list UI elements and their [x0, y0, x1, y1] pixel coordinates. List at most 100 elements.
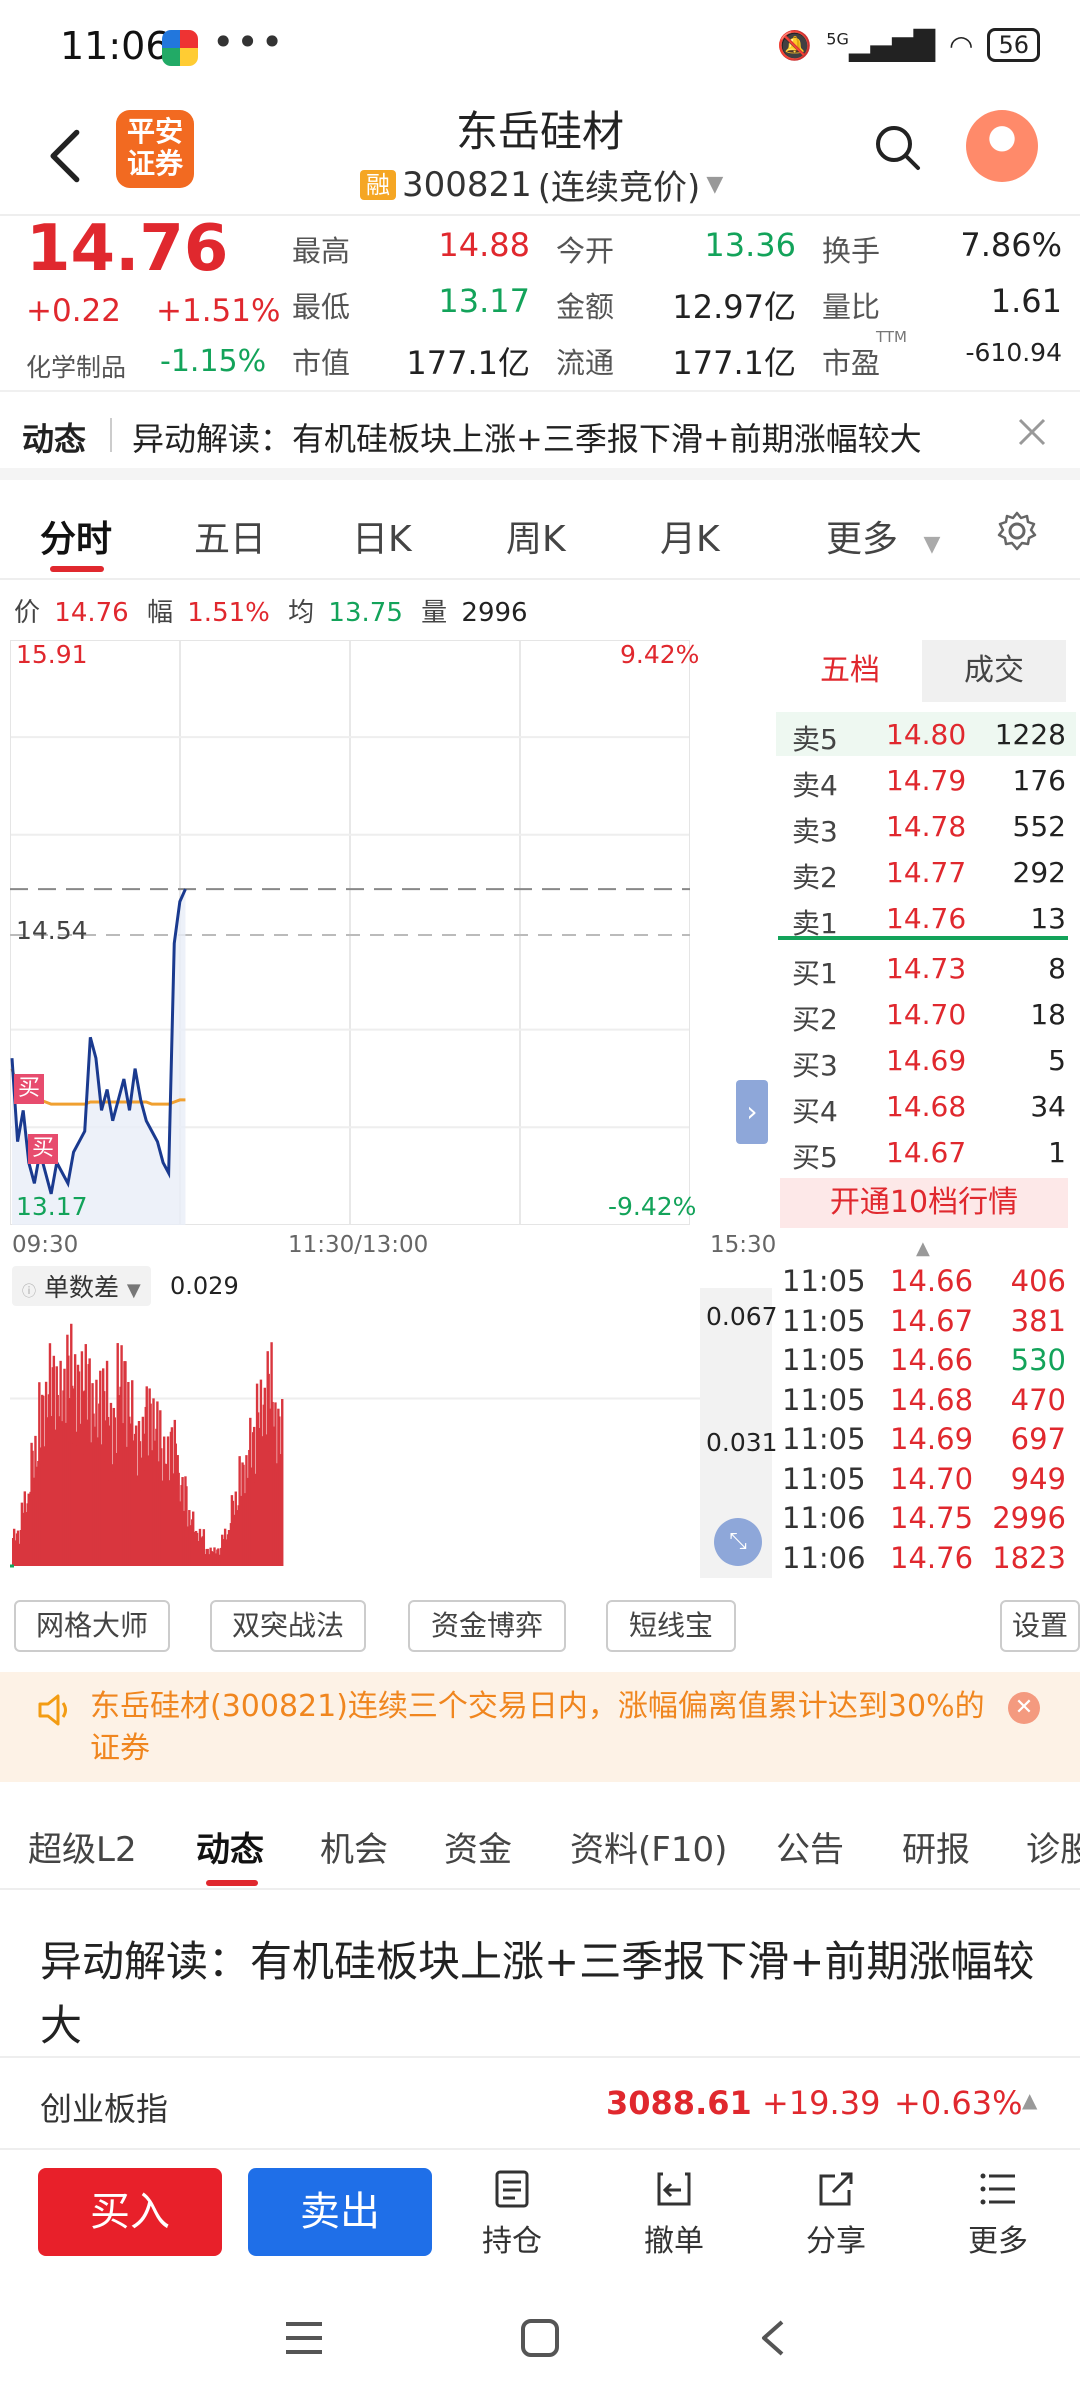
holdings-icon [495, 2170, 529, 2208]
tab-intraday[interactable]: 分时 [40, 510, 112, 562]
tab-deals[interactable]: 成交 [922, 640, 1066, 702]
tab-research[interactable]: 研报 [902, 1822, 970, 1871]
bid-row[interactable]: 买1 14.73 8 [776, 946, 1076, 990]
tab-monthly-k[interactable]: 月K [660, 510, 720, 562]
tool-short-term[interactable]: 短线宝 [606, 1600, 736, 1652]
tool-grid-master[interactable]: 网格大师 [14, 1600, 170, 1652]
ask-row[interactable]: 卖1 14.76 13 [776, 896, 1076, 940]
back-nav-icon[interactable] [758, 2318, 788, 2358]
stat-label: 最低 [292, 290, 351, 324]
info-tabs: 超级L2 动态 机会 资金 资料(F10) 公告 研报 诊股 [0, 1800, 1080, 1890]
current-price: 14.76 [26, 212, 229, 286]
chart-top-price: 15.91 [16, 640, 88, 669]
wifi-icon: ◠ [949, 28, 974, 62]
more-notifications-icon: ••• [212, 20, 286, 64]
chevron-down-icon: ▼ [126, 1280, 141, 1301]
order-label: 卖3 [792, 815, 838, 848]
order-label: 买5 [792, 1141, 838, 1174]
tab-daily-k[interactable]: 日K [352, 510, 412, 562]
tick-volume: 470 [1010, 1382, 1066, 1417]
tool-settings[interactable]: 设置 [1000, 1600, 1080, 1652]
indicator-bar-chart[interactable] [10, 1304, 700, 1574]
ask-row[interactable]: 卖4 14.79 176 [776, 758, 1076, 802]
time-end: 15:30 [710, 1232, 777, 1258]
tab-opportunity[interactable]: 机会 [320, 1822, 388, 1871]
bid-row[interactable]: 买5 14.67 1 [776, 1130, 1076, 1174]
sell-button[interactable]: 卖出 [248, 2168, 432, 2256]
share-button[interactable]: 分享 [786, 2168, 886, 2260]
home-nav-icon[interactable] [520, 2318, 560, 2358]
tick-time: 11:05 [782, 1461, 866, 1496]
system-nav-bar [0, 2280, 1080, 2400]
close-icon[interactable] [1016, 416, 1048, 448]
order-book-divider [778, 936, 1068, 940]
tab-dynamics[interactable]: 动态 [196, 1822, 264, 1871]
buy-marker[interactable]: 买 [28, 1134, 58, 1164]
ask-row[interactable]: 卖5 14.80 1228 [776, 712, 1076, 756]
order-label: 卖5 [792, 723, 838, 756]
chevron-down-icon: ▼ [923, 532, 941, 557]
search-icon[interactable] [872, 122, 922, 172]
tool-double-break[interactable]: 双突战法 [210, 1600, 366, 1652]
buy-button[interactable]: 买入 [38, 2168, 222, 2256]
tick-price: 14.66 [890, 1264, 974, 1298]
tab-super-l2[interactable]: 超级L2 [28, 1822, 137, 1871]
mute-icon: 🔕 [777, 28, 813, 62]
close-icon[interactable]: ✕ [1008, 1692, 1040, 1724]
alert-banner[interactable]: 东岳硅材(300821)连续三个交易日内，涨幅偏离值累计达到30%的证券 ✕ [0, 1672, 1080, 1782]
cancel-order-button[interactable]: 撤单 [624, 2168, 724, 2260]
stat-superscript: TTM [876, 328, 908, 346]
bid-row[interactable]: 买2 14.70 18 [776, 992, 1076, 1036]
speaker-icon [38, 1694, 67, 1726]
info-vol: 2996 [461, 598, 528, 628]
order-vol: 552 [1012, 810, 1066, 843]
tab-f10[interactable]: 资料(F10) [570, 1822, 727, 1871]
news-article-title[interactable]: 异动解读：有机硅板块上涨+三季报下滑+前期涨幅较大 [40, 1930, 1040, 2058]
stat-value: 177.1亿 [672, 344, 796, 382]
intraday-price-chart[interactable] [10, 640, 700, 1225]
order-label: 买4 [792, 1095, 838, 1128]
sector-name[interactable]: 化学制品 [26, 348, 126, 384]
status-time: 11:06 [60, 24, 170, 68]
order-price: 14.68 [886, 1090, 967, 1123]
order-vol: 18 [1030, 998, 1066, 1031]
order-vol: 1 [1048, 1136, 1066, 1169]
expand-panel-icon[interactable]: › [736, 1080, 768, 1144]
tab-diagnosis[interactable]: 诊股 [1026, 1822, 1080, 1871]
index-ticker[interactable]: 创业板指 3088.61 +19.39 +0.63% ▲ [0, 2056, 1080, 2150]
holdings-button[interactable]: 持仓 [462, 2168, 562, 2260]
more-label: 更多 [968, 2224, 1028, 2259]
ask-row[interactable]: 卖2 14.77 292 [776, 850, 1076, 894]
tick-volume: 381 [1010, 1303, 1066, 1338]
bid-row[interactable]: 买4 14.68 34 [776, 1084, 1076, 1128]
order-price: 14.80 [886, 718, 967, 751]
menu-nav-icon[interactable] [284, 2320, 324, 2356]
tab-announcements[interactable]: 公告 [776, 1822, 844, 1871]
buy-marker[interactable]: 买 [14, 1074, 44, 1104]
tab-weekly-k[interactable]: 周K [506, 510, 566, 562]
tick-volume: 2996 [992, 1501, 1066, 1535]
alert-text: 东岳硅材(300821)连续三个交易日内，涨幅偏离值累计达到30%的证券 [90, 1689, 985, 1766]
bid-row[interactable]: 买3 14.69 5 [776, 1038, 1076, 1082]
tab-five-levels[interactable]: 五档 [778, 640, 922, 702]
collapse-up-icon[interactable]: ▲ [916, 1238, 930, 1259]
tick-row: 11:05 14.66 530 [782, 1343, 1072, 1383]
ask-row[interactable]: 卖3 14.78 552 [776, 804, 1076, 848]
tick-time: 11:05 [782, 1382, 866, 1417]
upgrade-level10-button[interactable]: 开通10档行情 [780, 1178, 1068, 1228]
indicator-selector[interactable]: ⓘ 单数差 ▼ [12, 1266, 151, 1306]
tab-funds[interactable]: 资金 [444, 1822, 512, 1871]
tab-five-day[interactable]: 五日 [194, 510, 266, 562]
assistant-avatar[interactable] [966, 110, 1038, 182]
order-vol: 8 [1048, 952, 1066, 985]
stock-code-selector[interactable]: 融 300821 (连续竞价) ▼ [360, 160, 723, 209]
news-tag: 动态 [22, 420, 87, 458]
stat-label: 流通 [556, 346, 615, 380]
tab-more[interactable]: 更多 ▼ [826, 510, 940, 562]
info-avg: 13.75 [328, 598, 403, 628]
tool-fund-game[interactable]: 资金博弈 [408, 1600, 566, 1652]
news-strip[interactable]: 动态 异动解读：有机硅板块上涨+三季报下滑+前期涨幅较大 [0, 390, 1080, 480]
settings-gear-icon[interactable] [996, 510, 1038, 552]
more-button[interactable]: 更多 [948, 2168, 1048, 2260]
fullscreen-icon[interactable]: ⤡ [714, 1518, 762, 1566]
